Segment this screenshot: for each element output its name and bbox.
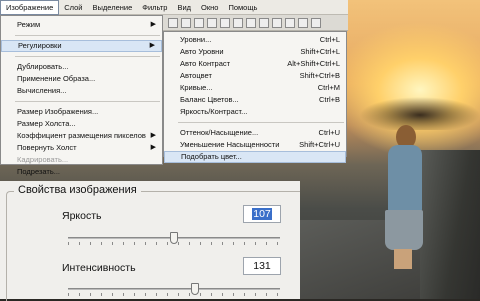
menu-separator [15,101,160,102]
submenu-arrow-icon: ▶ [150,144,156,151]
menu-layer[interactable]: Слой [59,0,87,15]
submenu-arrow-icon: ▶ [150,132,156,139]
menu-help[interactable]: Помощь [223,0,262,15]
menu-item-auto-contrast[interactable]: Авто Контраст Alt+Shift+Ctrl+L [164,58,346,70]
menu-item-duplicate[interactable]: Дублировать... [1,61,162,73]
image-properties-dialog: Свойства изображения Яркость 107 Интенси… [0,181,300,301]
brightness-slider-thumb[interactable] [170,232,178,244]
tool-icon[interactable] [220,17,230,28]
menu-separator [178,122,344,123]
embankment-railing [420,150,480,299]
menu-item-auto-levels[interactable]: Авто Уровни Shift+Ctrl+L [164,46,346,58]
submenu-arrow-icon: ▶ [149,42,155,49]
menu-item-levels[interactable]: Уровни... Ctrl+L [164,34,346,46]
brightness-label: Яркость [62,210,102,222]
trees-silhouette [340,80,480,130]
tool-icon[interactable] [298,17,308,28]
menu-item-curves[interactable]: Кривые... Ctrl+M [164,82,346,94]
menu-item-adjustments[interactable]: Регулировки ▶ [1,40,162,52]
tool-icon[interactable] [181,17,191,28]
menu-view[interactable]: Вид [172,0,196,15]
intensity-slider-thumb[interactable] [191,283,200,295]
tool-icon[interactable] [207,17,217,28]
menu-separator [15,35,160,36]
menu-item-canvas-size[interactable]: Размер Холста... [1,118,162,130]
menu-item-calculations[interactable]: Вычисления... [1,85,162,97]
tool-icon[interactable] [272,17,282,28]
menu-window[interactable]: Окно [196,0,223,15]
menu-item-color-balance[interactable]: Баланс Цветов... Ctrl+B [164,94,346,106]
menu-separator [15,56,160,57]
tool-icon[interactable] [168,17,178,28]
intensity-label: Интенсивность [62,262,136,274]
menu-item-hue-saturation[interactable]: Оттенок/Насыщение... Ctrl+U [164,127,346,139]
tool-icon[interactable] [194,17,204,28]
toolbar [160,15,348,31]
menu-item-mode[interactable]: Режим ▶ [1,19,162,31]
adjustments-submenu: Уровни... Ctrl+L Авто Уровни Shift+Ctrl+… [163,31,347,163]
menu-item-image-size[interactable]: Размер Изображения... [1,106,162,118]
menu-item-match-color[interactable]: Подобрать цвет... [164,151,346,163]
menu-item-desaturate[interactable]: Уменьшение Насыщенности Shift+Ctrl+U [164,139,346,151]
tool-icon[interactable] [246,17,256,28]
intensity-slider-track[interactable] [68,288,280,290]
menu-item-brightness-contrast[interactable]: Яркость/Контраст... [164,106,346,118]
menu-item-apply-image[interactable]: Применение Образа... [1,73,162,85]
submenu-arrow-icon: ▶ [150,21,156,28]
dialog-title: Свойства изображения [14,184,141,196]
woman-figure [380,125,428,270]
intensity-slider-ticks [68,293,280,296]
image-menu-dropdown: Режим ▶ Регулировки ▶ Дублировать... При… [0,15,163,176]
tool-icon[interactable] [233,17,243,28]
brightness-input[interactable]: 107 [243,205,281,223]
tool-icon[interactable] [259,17,269,28]
menu-item-trim[interactable]: Подрезать... [1,166,162,178]
intensity-input[interactable]: 131 [243,257,281,275]
tool-icon[interactable] [285,17,295,28]
menu-item-pixel-aspect[interactable]: Коэффициент размещения пикселов ▶ [1,130,162,142]
menu-bar: Изображение Слой Выделение Фильтр Вид Ок… [0,0,348,15]
menu-image[interactable]: Изображение [0,0,60,15]
menu-item-crop: Кадрировать... [17,155,69,164]
tool-icon[interactable] [311,17,321,28]
menu-filter[interactable]: Фильтр [137,0,172,15]
menu-item-auto-color[interactable]: Автоцвет Shift+Ctrl+B [164,70,346,82]
menu-item-rotate-canvas[interactable]: Повернуть Холст ▶ [1,142,162,154]
menu-select[interactable]: Выделение [88,0,138,15]
